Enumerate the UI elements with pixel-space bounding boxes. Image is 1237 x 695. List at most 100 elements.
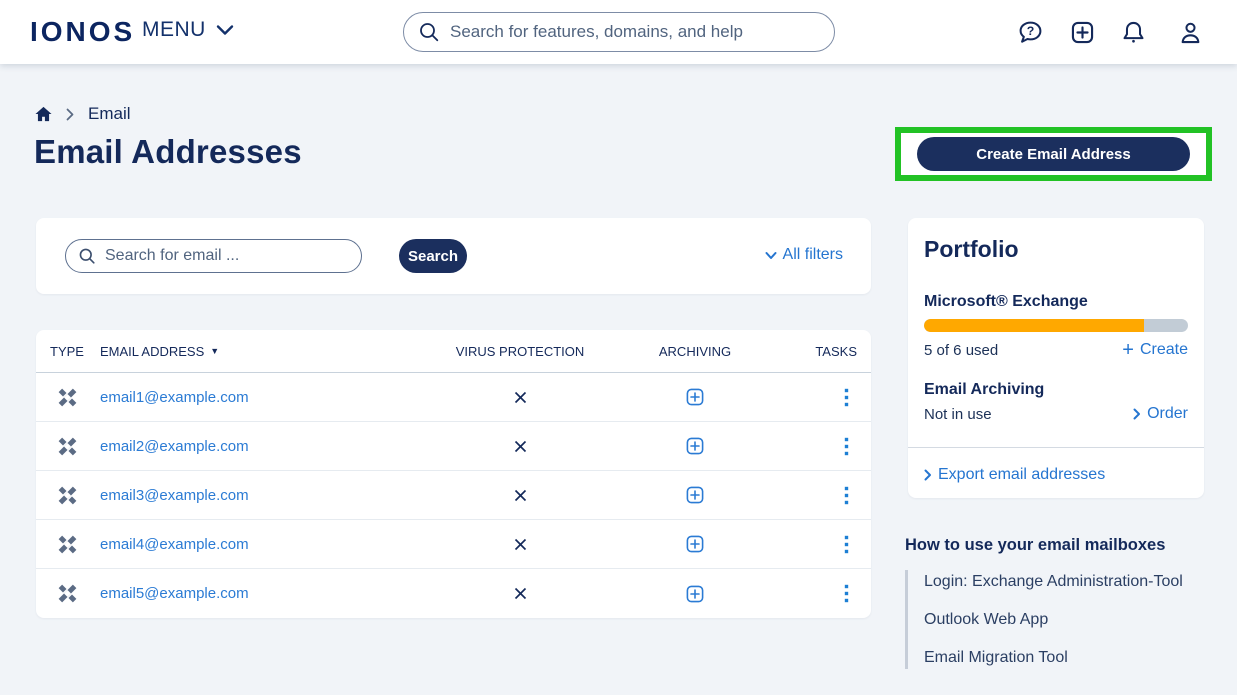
add-product-icon bbox=[1069, 19, 1096, 46]
plus-box-icon bbox=[686, 486, 704, 504]
table-row: email4@example.com bbox=[36, 520, 871, 569]
email-address-link[interactable]: email1@example.com bbox=[100, 389, 430, 406]
menu-button[interactable]: MENU bbox=[142, 18, 234, 42]
mailbox-type-cell bbox=[50, 388, 100, 407]
page-title: Email Addresses bbox=[34, 133, 302, 171]
column-header-type[interactable]: TYPE bbox=[50, 344, 100, 359]
exchange-logo-icon bbox=[58, 535, 77, 554]
add-product-button[interactable] bbox=[1068, 18, 1096, 46]
all-filters-label: All filters bbox=[783, 246, 843, 264]
archiving-add-button[interactable] bbox=[610, 388, 780, 406]
global-search-bar[interactable] bbox=[403, 12, 835, 52]
kebab-menu-icon[interactable] bbox=[840, 384, 853, 411]
column-header-virus-protection[interactable]: VIRUS PROTECTION bbox=[430, 344, 610, 359]
email-address-link[interactable]: email2@example.com bbox=[100, 438, 430, 455]
email-archiving-name: Email Archiving bbox=[924, 381, 1188, 399]
email-filter-card: Search All filters bbox=[36, 218, 871, 294]
chevron-down-icon bbox=[216, 24, 234, 36]
breadcrumb-chevron-icon bbox=[66, 108, 74, 121]
exchange-logo-icon bbox=[58, 584, 77, 603]
email-search-input[interactable] bbox=[105, 247, 349, 265]
virus-protection-status bbox=[430, 538, 610, 551]
exchange-logo-icon bbox=[58, 437, 77, 456]
exchange-usage-progress-fill bbox=[924, 319, 1144, 332]
create-email-highlight-box: Create Email Address bbox=[895, 127, 1212, 181]
link-outlook-web-app[interactable]: Outlook Web App bbox=[924, 611, 1211, 629]
exchange-usage-label: 5 of 6 used bbox=[924, 342, 998, 359]
breadcrumb-item-email[interactable]: Email bbox=[88, 104, 131, 124]
link-exchange-admin-tool[interactable]: Login: Exchange Administration-Tool bbox=[924, 573, 1211, 591]
kebab-menu-icon[interactable] bbox=[840, 580, 853, 607]
virus-protection-status bbox=[430, 489, 610, 502]
chevron-down-icon bbox=[765, 251, 777, 260]
all-filters-toggle[interactable]: All filters bbox=[765, 246, 843, 264]
column-header-archiving[interactable]: ARCHIVING bbox=[610, 344, 780, 359]
mailbox-type-cell bbox=[50, 535, 100, 554]
help-button[interactable]: ? bbox=[1016, 18, 1044, 46]
card-divider bbox=[908, 447, 1204, 448]
home-icon[interactable] bbox=[35, 106, 52, 122]
mailbox-type-cell bbox=[50, 486, 100, 505]
howto-title: How to use your email mailboxes bbox=[905, 536, 1211, 555]
notifications-bell-icon bbox=[1120, 19, 1147, 46]
email-address-link[interactable]: email3@example.com bbox=[100, 487, 430, 504]
top-navigation-bar: IONOS MENU ? bbox=[0, 0, 1237, 64]
exchange-logo-icon bbox=[58, 486, 77, 505]
plus-box-icon bbox=[686, 585, 704, 603]
x-icon bbox=[514, 489, 527, 502]
archiving-add-button[interactable] bbox=[610, 535, 780, 553]
howto-links-list: Login: Exchange Administration-Tool Outl… bbox=[905, 570, 1211, 669]
archiving-add-button[interactable] bbox=[610, 585, 780, 603]
kebab-menu-icon[interactable] bbox=[840, 433, 853, 460]
x-icon bbox=[514, 391, 527, 404]
notifications-button[interactable] bbox=[1119, 18, 1147, 46]
chevron-right-icon bbox=[1133, 408, 1141, 420]
sort-desc-icon: ▼ bbox=[210, 346, 219, 356]
create-email-address-button[interactable]: Create Email Address bbox=[917, 137, 1190, 171]
exchange-product-name: Microsoft® Exchange bbox=[924, 293, 1188, 311]
table-row: email2@example.com bbox=[36, 422, 871, 471]
create-mailbox-link[interactable]: + Create bbox=[1122, 341, 1188, 359]
email-search-box[interactable] bbox=[65, 239, 362, 273]
email-archiving-status: Not in use bbox=[924, 406, 992, 423]
plus-box-icon bbox=[686, 437, 704, 455]
exchange-usage-progress-bar bbox=[924, 319, 1188, 332]
export-email-addresses-link[interactable]: Export email addresses bbox=[924, 466, 1188, 484]
archiving-add-button[interactable] bbox=[610, 486, 780, 504]
portfolio-title: Portfolio bbox=[924, 236, 1188, 263]
plus-box-icon bbox=[686, 535, 704, 553]
help-chat-icon: ? bbox=[1017, 19, 1044, 46]
plus-icon: + bbox=[1122, 343, 1134, 357]
global-search-input[interactable] bbox=[450, 22, 820, 42]
link-email-migration-tool[interactable]: Email Migration Tool bbox=[924, 649, 1211, 667]
x-icon bbox=[514, 587, 527, 600]
search-button[interactable]: Search bbox=[399, 239, 467, 273]
virus-protection-status bbox=[430, 587, 610, 600]
search-icon bbox=[78, 247, 96, 265]
portfolio-card: Portfolio Microsoft® Exchange 5 of 6 use… bbox=[908, 218, 1204, 498]
column-header-tasks: TASKS bbox=[780, 344, 857, 359]
menu-label: MENU bbox=[142, 18, 206, 42]
kebab-menu-icon[interactable] bbox=[840, 482, 853, 509]
x-icon bbox=[514, 440, 527, 453]
table-row: email3@example.com bbox=[36, 471, 871, 520]
plus-box-icon bbox=[686, 388, 704, 406]
mailbox-type-cell bbox=[50, 437, 100, 456]
breadcrumb: Email bbox=[35, 104, 131, 124]
kebab-menu-icon[interactable] bbox=[840, 531, 853, 558]
ionos-logo[interactable]: IONOS bbox=[30, 16, 135, 48]
account-user-icon bbox=[1177, 19, 1204, 46]
search-icon bbox=[418, 21, 440, 43]
archiving-add-button[interactable] bbox=[610, 437, 780, 455]
howto-section: How to use your email mailboxes Login: E… bbox=[905, 536, 1211, 669]
account-button[interactable] bbox=[1176, 18, 1204, 46]
email-address-link[interactable]: email5@example.com bbox=[100, 585, 430, 602]
table-header-row: TYPE EMAIL ADDRESS ▼ VIRUS PROTECTION AR… bbox=[36, 330, 871, 373]
order-archiving-link[interactable]: Order bbox=[1133, 405, 1188, 423]
virus-protection-status bbox=[430, 440, 610, 453]
chevron-right-icon bbox=[924, 469, 932, 481]
email-address-link[interactable]: email4@example.com bbox=[100, 536, 430, 553]
column-header-email-address[interactable]: EMAIL ADDRESS ▼ bbox=[100, 344, 430, 359]
mailbox-type-cell bbox=[50, 584, 100, 603]
table-row: email5@example.com bbox=[36, 569, 871, 618]
